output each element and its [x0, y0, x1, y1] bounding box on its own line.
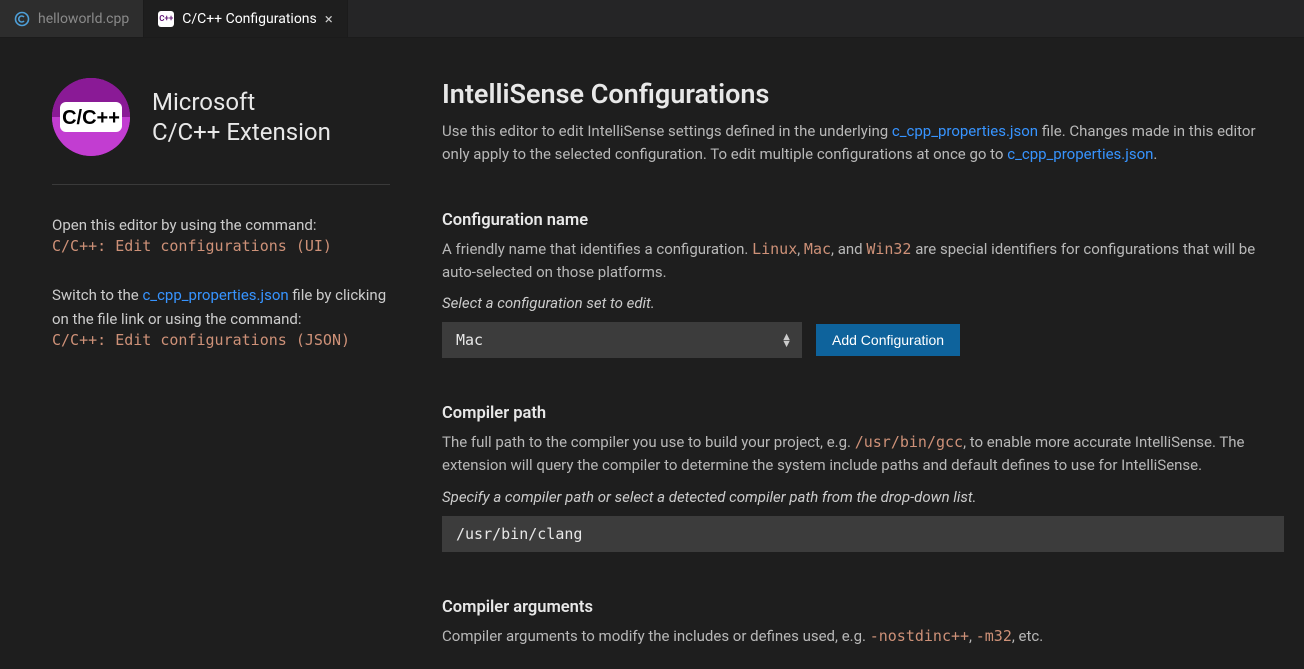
- page-title: IntelliSense Configurations: [442, 78, 1284, 110]
- extension-name: Microsoft C/C++ Extension: [152, 87, 331, 147]
- configuration-name-description: A friendly name that identifies a config…: [442, 238, 1284, 285]
- main-panel: IntelliSense Configurations Use this edi…: [420, 38, 1304, 669]
- tab-cpp-configurations[interactable]: C++ C/C++ Configurations ×: [144, 0, 348, 37]
- compiler-path-input[interactable]: /usr/bin/clang: [442, 516, 1284, 552]
- add-configuration-button[interactable]: Add Configuration: [816, 324, 960, 356]
- svg-text:C/C++: C/C++: [62, 107, 120, 129]
- compiler-path-title: Compiler path: [442, 404, 1284, 423]
- chevron-updown-icon: ▲▼: [781, 333, 792, 347]
- sidebar: C/C++ Microsoft C/C++ Extension Open thi…: [0, 38, 420, 669]
- properties-json-link[interactable]: c_cpp_properties.json: [892, 122, 1038, 140]
- sidebar-switch-block: Switch to the c_cpp_properties.json file…: [52, 283, 390, 349]
- configuration-name-hint: Select a configuration set to edit.: [442, 294, 1284, 312]
- tab-bar: helloworld.cpp C++ C/C++ Configurations …: [0, 0, 1304, 38]
- close-icon[interactable]: ×: [325, 10, 333, 28]
- extension-icon: C++: [158, 11, 174, 27]
- compiler-arguments-description: Compiler arguments to modify the include…: [442, 625, 1284, 648]
- edit-configurations-ui-command: C/C++: Edit configurations (UI): [52, 237, 390, 255]
- tab-helloworld[interactable]: helloworld.cpp: [0, 0, 144, 37]
- edit-configurations-json-command: C/C++: Edit configurations (JSON): [52, 331, 390, 349]
- extension-logo: C/C++: [52, 78, 130, 156]
- configuration-name-row: Mac ▲▼ Add Configuration: [442, 322, 1284, 358]
- tab-label: helloworld.cpp: [38, 11, 129, 27]
- content-area: C/C++ Microsoft C/C++ Extension Open thi…: [0, 38, 1304, 669]
- properties-json-link[interactable]: c_cpp_properties.json: [142, 286, 288, 304]
- tab-label: C/C++ Configurations: [182, 11, 317, 27]
- sidebar-open-editor-block: Open this editor by using the command: C…: [52, 213, 390, 255]
- properties-json-link[interactable]: c_cpp_properties.json: [1007, 145, 1153, 163]
- compiler-path-hint: Specify a compiler path or select a dete…: [442, 488, 1284, 506]
- configuration-select[interactable]: Mac ▲▼: [442, 322, 802, 358]
- configuration-name-title: Configuration name: [442, 211, 1284, 230]
- page-description: Use this editor to edit IntelliSense set…: [442, 120, 1284, 167]
- cpp-file-icon: [14, 11, 30, 27]
- extension-header: C/C++ Microsoft C/C++ Extension: [52, 78, 390, 185]
- compiler-arguments-title: Compiler arguments: [442, 598, 1284, 617]
- compiler-path-description: The full path to the compiler you use to…: [442, 431, 1284, 478]
